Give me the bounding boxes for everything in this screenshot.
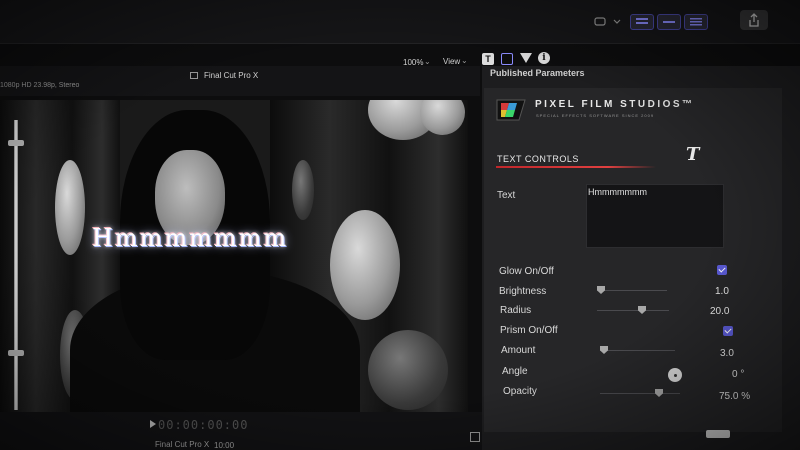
view-menu[interactable]: View <box>443 57 460 66</box>
viewer-title: Final Cut Pro X <box>204 71 259 80</box>
radius-value[interactable]: 20.0 <box>710 306 729 317</box>
angle-value[interactable]: 0 ° <box>732 369 744 380</box>
text-label: Text <box>497 190 516 201</box>
chevron-down-icon: ⌄ <box>424 57 431 66</box>
angle-dial[interactable] <box>668 368 682 382</box>
title-overlay-text: Hmmmmmmm <box>92 224 289 252</box>
radius-slider[interactable] <box>597 310 669 311</box>
text-field-value: Hmmmmmmm <box>588 187 647 197</box>
share-icon <box>749 13 759 27</box>
zoom-dropdown[interactable]: 100% <box>403 58 423 67</box>
title-inspector-icon[interactable]: T <box>482 53 494 65</box>
project-name: Final Cut Pro X <box>155 440 210 449</box>
glow-checkbox[interactable] <box>717 265 727 275</box>
fullscreen-icon[interactable] <box>470 432 480 442</box>
inspector-toggle-button[interactable] <box>684 14 708 30</box>
pixel-film-studios-logo <box>496 99 526 121</box>
section-divider <box>496 166 656 168</box>
libraries-toggle-button[interactable] <box>630 14 654 30</box>
project-duration: 10:00 <box>214 441 235 450</box>
prism-checkbox[interactable] <box>723 326 733 336</box>
amount-label: Amount <box>501 345 536 356</box>
share-button[interactable] <box>740 10 768 30</box>
video-frame[interactable] <box>0 100 468 412</box>
amount-slider[interactable] <box>600 350 675 351</box>
prism-label: Prism On/Off <box>500 325 558 336</box>
inspector-panel <box>484 88 782 432</box>
timecode-display[interactable]: 00:00:00:00 <box>158 418 248 432</box>
brightness-value[interactable]: 1.0 <box>715 286 729 297</box>
brand-tagline: SPECIAL EFFECTS SOFTWARE SINCE 2009 <box>536 113 655 118</box>
brightness-label: Brightness <box>499 286 547 297</box>
amount-value[interactable]: 3.0 <box>720 348 734 359</box>
opacity-slider[interactable] <box>600 393 680 394</box>
section-title: TEXT CONTROLS <box>497 154 579 164</box>
inspector-header: Published Parameters <box>490 68 585 78</box>
video-inspector-icon[interactable] <box>501 53 513 65</box>
text-tool-icon: T <box>686 144 700 165</box>
timeline-toggle-button[interactable] <box>657 14 681 30</box>
opacity-value[interactable]: 75.0 % <box>719 391 750 402</box>
app-window: 1080p HD 23.98p, Stereo Final Cut Pro X … <box>0 0 800 450</box>
brand-name: PIXEL FILM STUDIOS™ <box>535 99 695 110</box>
opacity-label: Opacity <box>503 386 537 397</box>
play-icon[interactable] <box>150 420 156 428</box>
top-toolbar <box>0 0 800 44</box>
scroll-indicator[interactable] <box>706 430 730 438</box>
radius-label: Radius <box>500 305 532 316</box>
keyword-dropdown-icon[interactable] <box>592 14 624 30</box>
color-inspector-icon[interactable] <box>520 53 532 63</box>
film-icon <box>190 72 198 79</box>
chevron-down-icon: ⌄ <box>461 56 468 65</box>
angle-label: Angle <box>502 366 528 377</box>
info-icon[interactable]: i <box>538 52 550 64</box>
brightness-slider[interactable] <box>597 290 667 291</box>
glow-label: Glow On/Off <box>499 266 554 277</box>
format-label: 1080p HD 23.98p, Stereo <box>0 82 80 89</box>
